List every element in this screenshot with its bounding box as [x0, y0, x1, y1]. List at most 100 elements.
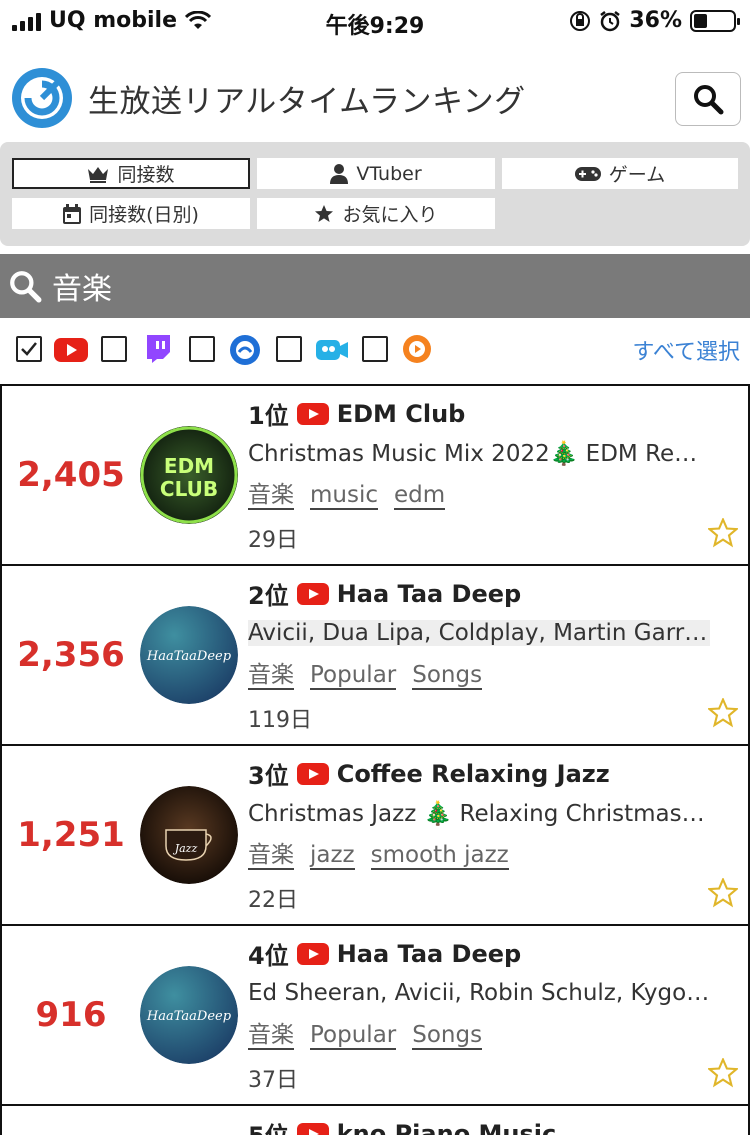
avatar[interactable]: HaaTaaDeep	[140, 606, 238, 704]
item-title[interactable]: 5位 kno Piano Music	[248, 1116, 556, 1135]
openrec-icon	[316, 340, 348, 360]
tab-favorites[interactable]: お気に入り	[257, 198, 495, 229]
tab-label: 同接数(日別)	[89, 204, 199, 226]
youtube-icon	[296, 1122, 329, 1135]
ranking-item[interactable]: 1,251 Jazz 3位 Coffee Relaxing Jazz Chris…	[0, 744, 750, 924]
tab-label: VTuber	[356, 162, 422, 185]
tag-link[interactable]: 音楽	[248, 842, 294, 870]
tag-list: 音楽 music edm	[248, 482, 446, 510]
twitcasting-icon	[403, 335, 431, 363]
ranking-item[interactable]: 2,405 EDM CLUB 1位 EDM Club Christmas Mus…	[0, 384, 750, 564]
viewer-count: 2,405	[17, 455, 125, 495]
youtube-icon	[54, 338, 88, 362]
viewer-count: 2,356	[17, 635, 125, 675]
tag-link[interactable]: 音楽	[248, 662, 294, 690]
viewer-count: 916	[35, 995, 107, 1035]
channel-name: kno Piano Music	[336, 1119, 557, 1135]
niconico-checkbox[interactable]	[189, 336, 215, 362]
tab-concurrent[interactable]: 同接数	[12, 158, 250, 189]
battery-icon	[690, 9, 740, 32]
svg-text:EDM: EDM	[164, 454, 214, 478]
search-icon	[694, 85, 724, 115]
tab-label: 同接数	[117, 164, 175, 186]
youtube-icon	[296, 582, 329, 605]
tab-label: お気に入り	[342, 204, 438, 226]
svg-text:HaaTaaDeep: HaaTaaDeep	[146, 649, 232, 664]
svg-text:Jazz: Jazz	[173, 842, 198, 855]
check-icon	[21, 342, 37, 356]
stream-title[interactable]: Avicii, Dua Lipa, Coldplay, Martin Garri…	[248, 620, 710, 646]
twitch-checkbox[interactable]	[101, 336, 127, 362]
channel-name: Coffee Relaxing Jazz	[336, 759, 610, 788]
tag-link[interactable]: Songs	[412, 1022, 483, 1050]
stream-title[interactable]: Christmas Jazz 🎄 Relaxing Christmas Jazz…	[248, 800, 710, 827]
ranking-item[interactable]: 916 HaaTaaDeep 4位 Haa Taa Deep Ed Sheera…	[0, 924, 750, 1104]
tab-game[interactable]: ゲーム	[502, 158, 738, 189]
item-title[interactable]: 1位 EDM Club	[248, 396, 465, 431]
avatar[interactable]: EDM CLUB	[140, 426, 238, 524]
svg-text:HaaTaaDeep: HaaTaaDeep	[146, 1009, 232, 1024]
category-bar: 音楽	[0, 254, 750, 318]
stream-title[interactable]: Christmas Music Mix 2022🎄 EDM Remixes of…	[248, 440, 710, 467]
rank-label: 3位	[248, 762, 289, 790]
mirrativ-icon	[230, 335, 260, 365]
tag-link[interactable]: jazz	[310, 842, 355, 870]
avatar[interactable]: HaaTaaDeep	[140, 966, 238, 1064]
crown-icon	[88, 166, 109, 183]
other-checkbox[interactable]	[362, 336, 388, 362]
tag-link[interactable]: 音楽	[248, 1022, 294, 1050]
stream-duration: 37日	[248, 1068, 298, 1093]
youtube-checkbox[interactable]	[16, 336, 42, 362]
item-title[interactable]: 2位 Haa Taa Deep	[248, 576, 521, 611]
rotation-lock-icon	[570, 10, 591, 31]
favorite-star-icon[interactable]	[708, 518, 738, 548]
avatar[interactable]: Jazz	[140, 786, 238, 884]
tag-link[interactable]: Songs	[412, 662, 483, 690]
rank-label: 5位	[248, 1116, 289, 1135]
alarm-icon	[600, 10, 621, 31]
channel-name: EDM Club	[336, 399, 466, 428]
openrec-checkbox[interactable]	[276, 336, 302, 362]
stream-duration: 22日	[248, 888, 298, 913]
ranking-item[interactable]: 5位 kno Piano Music	[0, 1104, 750, 1135]
gamepad-icon	[574, 166, 601, 181]
item-title[interactable]: 4位 Haa Taa Deep	[248, 936, 521, 971]
platform-filters: すべて選択	[0, 330, 750, 370]
search-icon	[10, 271, 42, 303]
channel-name: Haa Taa Deep	[336, 579, 522, 608]
site-header: 生放送リアルタイムランキング	[0, 60, 750, 136]
rank-label: 2位	[248, 582, 289, 610]
category-title: 音楽	[52, 272, 112, 307]
favorite-star-icon[interactable]	[708, 698, 738, 728]
battery-percent: 36%	[629, 8, 682, 33]
star-icon	[315, 204, 334, 222]
item-title[interactable]: 3位 Coffee Relaxing Jazz	[248, 756, 610, 791]
tag-link[interactable]: music	[310, 482, 379, 510]
favorite-star-icon[interactable]	[708, 878, 738, 908]
rank-label: 4位	[248, 942, 289, 970]
tag-link[interactable]: Popular	[310, 662, 397, 690]
tag-link[interactable]: smooth jazz	[370, 842, 509, 870]
youtube-icon	[296, 402, 329, 425]
tag-link[interactable]: 音楽	[248, 482, 294, 510]
youtube-icon	[296, 762, 329, 785]
twitch-icon	[147, 335, 170, 363]
site-title[interactable]: 生放送リアルタイムランキング	[88, 76, 526, 121]
search-button[interactable]	[675, 72, 741, 126]
tab-label: ゲーム	[608, 164, 666, 186]
stream-title[interactable]: Ed Sheeran, Avicii, Robin Schulz, Kygo, …	[248, 980, 710, 1006]
select-all-link[interactable]: すべて選択	[632, 334, 740, 366]
tag-link[interactable]: edm	[394, 482, 446, 510]
site-logo-icon[interactable]	[10, 66, 74, 130]
ranking-item[interactable]: 2,356 HaaTaaDeep 2位 Haa Taa Deep Avicii,…	[0, 564, 750, 744]
tab-vtuber[interactable]: VTuber	[257, 158, 495, 189]
favorite-star-icon[interactable]	[708, 1058, 738, 1088]
stream-duration: 29日	[248, 528, 298, 553]
tab-concurrent-daily[interactable]: 同接数(日別)	[12, 198, 250, 229]
calendar-icon	[63, 203, 82, 224]
viewer-count: 1,251	[17, 815, 125, 855]
tag-list: 音楽 jazz smooth jazz	[248, 842, 509, 870]
tag-link[interactable]: Popular	[310, 1022, 397, 1050]
ranking-list: 2,405 EDM CLUB 1位 EDM Club Christmas Mus…	[0, 384, 750, 1135]
person-icon	[330, 163, 349, 184]
